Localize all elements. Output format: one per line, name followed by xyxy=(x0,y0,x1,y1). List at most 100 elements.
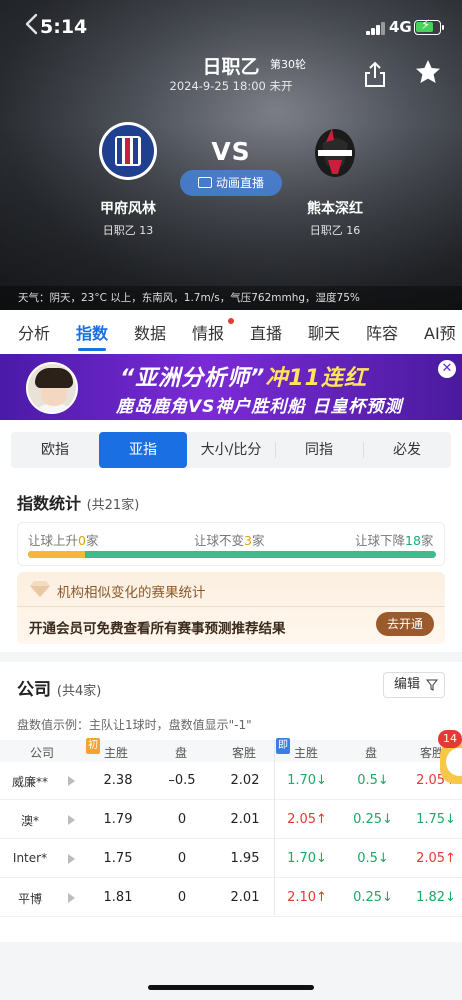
share-icon[interactable] xyxy=(363,60,387,88)
away-team-crest-icon xyxy=(315,128,355,177)
signal-icon xyxy=(366,22,386,35)
handicap-down-label: 让球下降18家 xyxy=(355,533,434,548)
table-row[interactable]: Inter* 1.75 0 1.95 1.70↓ 0.5↓ 2.05↑ xyxy=(0,840,462,878)
tab-ai[interactable]: AI预 xyxy=(424,320,456,344)
handicap-hint: 盘数值示例：主队让1球时，盘数值显示"-1" xyxy=(17,718,252,732)
tv-icon xyxy=(197,177,212,188)
diamond-icon xyxy=(30,581,50,597)
company-odds-section: 公司 (共4家) 编辑 盘数值示例：主队让1球时，盘数值显示"-1" 公司 初 … xyxy=(0,662,462,942)
handicap-up-label: 让球上升0家 xyxy=(28,533,99,548)
main-tabs: 分析 指数 数据 情报 直播 聊天 阵容 AI预 xyxy=(0,310,462,354)
round-label: 第30轮 xyxy=(270,58,306,71)
company-name: 澳* xyxy=(20,814,39,828)
away-team[interactable]: 熊本深红 日职乙 16 xyxy=(275,120,395,238)
col-away-initial: 客胜 xyxy=(232,746,257,760)
away-team-name: 熊本深红 xyxy=(307,201,363,217)
filter-icon xyxy=(426,679,438,691)
handicap-ratio-bar xyxy=(28,551,436,558)
pan-initial: 0 xyxy=(177,812,187,827)
animation-live-button[interactable]: 动画直播 xyxy=(180,170,282,196)
tab-data[interactable]: 数据 xyxy=(134,320,166,344)
expand-arrow-icon[interactable] xyxy=(68,854,75,864)
col-company: 公司 xyxy=(30,746,55,760)
home-initial: 1.79 xyxy=(103,812,133,827)
handicap-change-ratio: 让球上升0家 让球不变3家 让球下降18家 xyxy=(17,522,445,566)
company-name: 威廉** xyxy=(11,775,48,789)
away-initial: 2.01 xyxy=(230,812,260,827)
tab-live[interactable]: 直播 xyxy=(250,320,282,344)
home-current: 2.05↑ xyxy=(287,812,327,827)
table-row[interactable]: 威廉** 2.38 –0.5 2.02 1.70↓ 0.5↓ 2.05↑ xyxy=(0,762,462,800)
league-title: 日职乙 xyxy=(202,56,260,78)
home-current: 1.70↓ xyxy=(287,851,327,866)
home-initial: 1.75 xyxy=(103,851,133,866)
col-home-current: 主胜 xyxy=(294,746,319,760)
tab-lineup[interactable]: 阵容 xyxy=(366,320,398,344)
home-initial: 1.81 xyxy=(103,890,133,905)
tab-analysis[interactable]: 分析 xyxy=(18,320,50,344)
match-header: 5:14 4G ⚡ 日职乙 第30轮 2024-9-25 18:00 未开 甲府… xyxy=(0,0,462,310)
expand-arrow-icon[interactable] xyxy=(68,815,75,825)
pan-current: 0.5↓ xyxy=(357,773,389,788)
col-pan-initial: 盘 xyxy=(175,746,188,760)
expand-arrow-icon[interactable] xyxy=(68,776,75,786)
stats-title: 指数统计 (共21家) xyxy=(17,494,140,513)
vip-open-button[interactable]: 去开通 xyxy=(376,612,434,636)
match-datetime: 2024-9-25 18:00 未开 xyxy=(169,79,293,93)
analyst-avatar xyxy=(26,362,78,414)
pan-initial: –0.5 xyxy=(168,773,196,788)
pan-initial: 0 xyxy=(177,851,187,866)
odds-stats-card: 指数统计 (共21家) 让球上升0家 让球不变3家 让球下降18家 机构相似变化… xyxy=(0,482,462,652)
match-detail-page: 5:14 4G ⚡ 日职乙 第30轮 2024-9-25 18:00 未开 甲府… xyxy=(0,0,462,1000)
weather-info: 天气：阴天，23°C 以上，东南风，1.7m/s，气压762mmhg，湿度75% xyxy=(0,286,462,310)
subtab-same-odds[interactable]: 同指 xyxy=(275,432,363,468)
company-title: 公司 (共4家) xyxy=(17,680,102,700)
pan-current: 0.25↓ xyxy=(353,812,393,827)
subtab-european[interactable]: 欧指 xyxy=(11,432,99,468)
home-current: 1.70↓ xyxy=(287,773,327,788)
odds-table-header: 公司 初 主胜 盘 客胜 即 主胜 盘 客胜 xyxy=(0,738,462,762)
banner-headline: “亚洲分析师”冲11连红 xyxy=(120,366,367,391)
away-initial: 1.95 xyxy=(230,851,260,866)
initial-flag: 初 xyxy=(86,738,100,754)
subtab-asian[interactable]: 亚指 xyxy=(99,432,187,468)
banner-close-icon[interactable]: ✕ xyxy=(438,360,456,378)
pan-current: 0.25↓ xyxy=(353,890,393,905)
col-pan-current: 盘 xyxy=(365,746,378,760)
table-row[interactable]: 平博 1.81 0 2.01 2.10↑ 0.25↓ 1.82↓ xyxy=(0,879,462,917)
home-indicator[interactable] xyxy=(148,985,314,990)
intel-notification-dot xyxy=(228,318,234,324)
promo-banner[interactable]: “亚洲分析师”冲11连红 鹿岛鹿角VS神户胜利船 日皇杯预测 ✕ xyxy=(0,354,462,420)
away-team-rank: 日职乙 16 xyxy=(309,224,361,237)
current-flag: 即 xyxy=(276,738,290,754)
subtab-betfair[interactable]: 必发 xyxy=(363,432,451,468)
pan-current: 0.5↓ xyxy=(357,851,389,866)
expand-arrow-icon[interactable] xyxy=(68,893,75,903)
home-current: 2.10↑ xyxy=(287,890,327,905)
handicap-same-label: 让球不变3家 xyxy=(194,533,265,548)
home-initial: 2.38 xyxy=(103,773,133,788)
pan-initial: 0 xyxy=(177,890,187,905)
tab-intel[interactable]: 情报 xyxy=(192,320,224,344)
column-divider xyxy=(274,740,275,915)
company-name: 平博 xyxy=(17,892,42,906)
active-tab-indicator xyxy=(78,348,106,351)
table-row[interactable]: 澳* 1.79 0 2.01 2.05↑ 0.25↓ 1.75↓ xyxy=(0,801,462,839)
vip-title: 机构相似变化的赛果统计 xyxy=(57,585,206,601)
tab-chat[interactable]: 聊天 xyxy=(308,320,340,344)
company-name: Inter* xyxy=(12,851,48,865)
away-current: 1.82↓ xyxy=(416,890,456,905)
away-current: 1.75↓ xyxy=(416,812,456,827)
tab-odds[interactable]: 指数 xyxy=(76,320,108,344)
vip-promo[interactable]: 机构相似变化的赛果统计 开通会员可免费查看所有赛事预测推荐结果 去开通 xyxy=(17,572,445,644)
edit-button[interactable]: 编辑 xyxy=(383,672,445,698)
animation-live-label: 动画直播 xyxy=(215,176,264,190)
odds-type-tabs: 欧指 亚指 大小/比分 同指 必发 xyxy=(0,420,462,482)
status-time: 5:14 xyxy=(40,16,88,38)
subtab-over-under[interactable]: 大小/比分 xyxy=(187,432,275,468)
battery-icon: ⚡ xyxy=(414,18,444,35)
away-initial: 2.02 xyxy=(230,773,260,788)
away-initial: 2.01 xyxy=(230,890,260,905)
favorite-star-icon[interactable] xyxy=(414,58,442,86)
network-label: 4G xyxy=(389,18,412,36)
